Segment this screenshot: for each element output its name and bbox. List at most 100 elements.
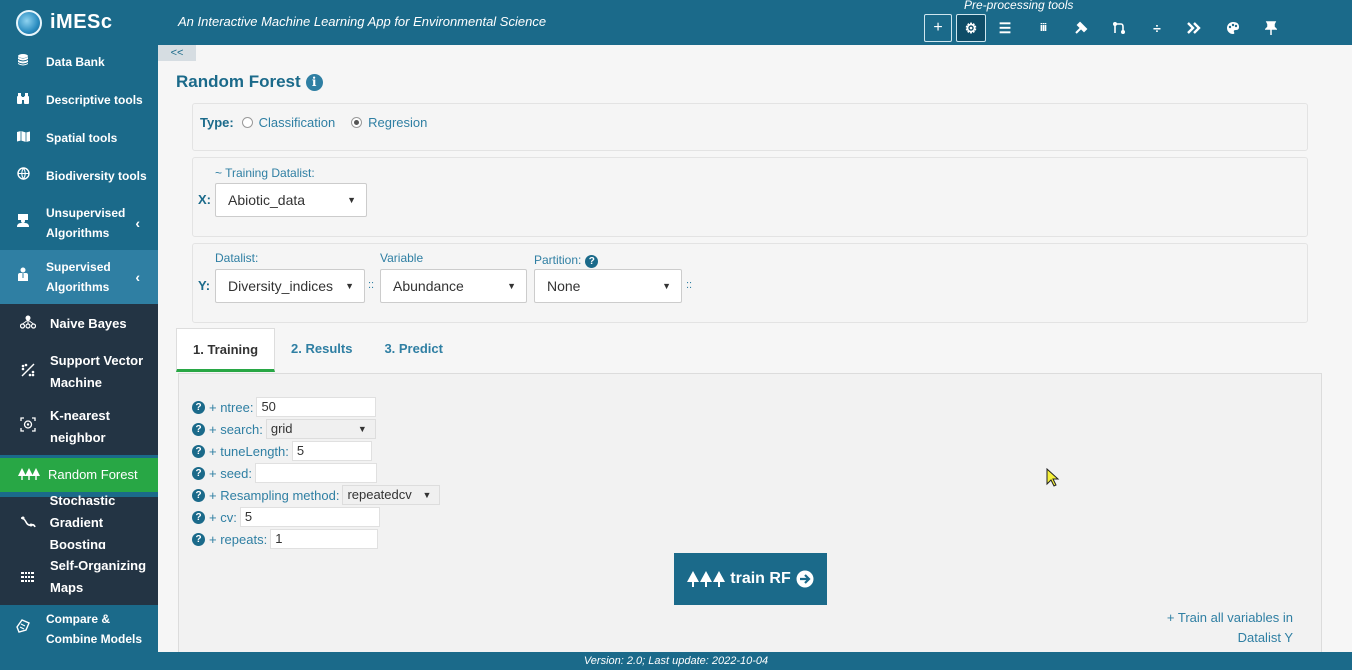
x-datalist-select[interactable]: Abiotic_data ▼ bbox=[215, 183, 367, 217]
resampling-select[interactable]: repeatedcv ▼ bbox=[342, 485, 441, 505]
sidebar-subitem-knn[interactable]: K-nearest neighbor bbox=[0, 399, 158, 455]
train-all-variables-link[interactable]: + Train all variables in Datalist Y bbox=[1133, 608, 1293, 648]
sidebar-subitem-random-forest[interactable]: Random Forest bbox=[0, 458, 158, 492]
help-icon[interactable]: ? bbox=[192, 488, 205, 502]
help-icon[interactable]: ? bbox=[192, 422, 205, 436]
param-search: ? + search: grid ▼ bbox=[192, 419, 376, 439]
sidebar-subitem-naive-bayes[interactable]: Naive Bayes bbox=[0, 304, 158, 344]
x-caption: ~ Training Datalist: bbox=[215, 166, 315, 180]
sidebar-subitem-sgb[interactable]: Stochastic Gradient Boosting bbox=[0, 493, 158, 552]
sidebar-item-label: Biodiversity tools bbox=[46, 169, 147, 183]
arrow-circle-right-icon bbox=[796, 570, 814, 588]
sidebar-subitem-label: K-nearest neighbor bbox=[50, 408, 110, 445]
x-axis-label: X: bbox=[198, 192, 211, 207]
help-icon[interactable]: ? bbox=[192, 400, 205, 414]
y-partition-label: Partition: bbox=[534, 253, 582, 267]
tab-results[interactable]: 2. Results bbox=[275, 328, 368, 372]
palette-icon[interactable] bbox=[1214, 14, 1252, 42]
sidebar-item-data-bank[interactable]: Data Bank bbox=[0, 52, 158, 72]
y-datalist-select[interactable]: Diversity_indices ▼ bbox=[215, 269, 365, 303]
app-title: iMESc bbox=[50, 11, 113, 33]
y-datalist-label: Datalist: bbox=[215, 251, 259, 265]
param-label: + tuneLength: bbox=[209, 443, 289, 459]
page-title: Random Forest i bbox=[176, 72, 323, 92]
param-seed: ? + seed: bbox=[192, 463, 378, 483]
y-panel: Datalist: Variable Partition: ? Y: Diver… bbox=[192, 243, 1308, 323]
sidebar-subitem-svm[interactable]: Support Vector Machine bbox=[0, 344, 158, 399]
param-cv: ? + cv: 5 bbox=[192, 507, 380, 527]
param-label: + search: bbox=[209, 421, 263, 437]
page-title-text: Random Forest bbox=[176, 72, 301, 91]
preprocessing-toolbar: + ⚙ ☰ iii ÷ bbox=[924, 14, 1290, 42]
sidebar-item-label: Data Bank bbox=[46, 55, 105, 69]
columns-icon[interactable]: iii bbox=[1024, 14, 1062, 42]
user-group-icon bbox=[12, 213, 34, 233]
sidebar-item-unsupervised[interactable]: Unsupervised Algorithms ‹ bbox=[0, 203, 158, 243]
help-icon[interactable]: ? bbox=[192, 532, 205, 546]
grid-icon bbox=[16, 566, 40, 588]
sidebar-item-biodiversity-tools[interactable]: Biodiversity tools bbox=[0, 166, 158, 186]
tab-training[interactable]: 1. Training bbox=[176, 328, 276, 372]
svm-icon bbox=[16, 361, 40, 383]
repeats-input[interactable]: 1 bbox=[270, 529, 379, 549]
separator: :: bbox=[686, 279, 693, 291]
seed-input[interactable] bbox=[255, 463, 378, 483]
list-icon[interactable]: ☰ bbox=[986, 14, 1024, 42]
pin-icon[interactable] bbox=[1252, 14, 1290, 42]
sidebar-subitem-label: Stochastic Gradient Boosting bbox=[49, 493, 116, 552]
sidebar-item-supervised[interactable]: Supervised Algorithms ‹ bbox=[0, 250, 158, 304]
x-panel: ~ Training Datalist: X: Abiotic_data ▼ bbox=[192, 157, 1308, 237]
cv-input[interactable]: 5 bbox=[239, 507, 380, 527]
type-label: Type: bbox=[200, 115, 234, 130]
gear-icon[interactable]: ⚙ bbox=[956, 14, 986, 42]
help-icon[interactable]: ? bbox=[192, 466, 205, 480]
collapse-sidebar-button[interactable]: << bbox=[158, 45, 196, 61]
plus-icon[interactable]: + bbox=[924, 14, 952, 42]
type-panel: Type: Classification Regresion bbox=[192, 103, 1308, 151]
network-icon bbox=[16, 313, 40, 335]
sidebar-item-spatial-tools[interactable]: Spatial tools bbox=[0, 128, 158, 148]
param-label: + seed: bbox=[209, 465, 253, 481]
param-label: + cv: bbox=[209, 509, 237, 525]
radio-regresion[interactable]: Regresion bbox=[351, 114, 427, 130]
arrow-merge-icon[interactable] bbox=[1176, 14, 1214, 42]
y-variable-select[interactable]: Abundance ▼ bbox=[380, 269, 527, 303]
y-partition-header: Partition: ? bbox=[534, 251, 599, 268]
y-variable-label: Variable bbox=[380, 251, 424, 265]
trees-icon bbox=[18, 464, 40, 486]
binoculars-icon bbox=[12, 90, 34, 110]
code-branch-icon[interactable] bbox=[1100, 14, 1138, 42]
ntree-input[interactable]: 50 bbox=[256, 397, 377, 417]
tab-bar: 1. Training 2. Results 3. Predict bbox=[176, 328, 459, 372]
tunelength-input[interactable]: 5 bbox=[291, 441, 372, 461]
help-icon[interactable]: ? bbox=[192, 444, 205, 458]
sidebar-item-descriptive-tools[interactable]: Descriptive tools bbox=[0, 90, 158, 110]
sidebar-subitem-label: Naive Bayes bbox=[50, 316, 127, 331]
sidebar-item-label: Descriptive tools bbox=[46, 93, 143, 107]
info-icon[interactable]: i bbox=[305, 73, 323, 91]
app-logo[interactable]: iMESc bbox=[0, 0, 158, 45]
search-select[interactable]: grid ▼ bbox=[265, 419, 376, 439]
separator: :: bbox=[368, 279, 375, 291]
main-content: << Random Forest i Type: Classification … bbox=[158, 45, 1352, 652]
y-partition-select[interactable]: None ▼ bbox=[534, 269, 682, 303]
select-value: Abiotic_data bbox=[228, 192, 306, 208]
divide-icon[interactable]: ÷ bbox=[1138, 14, 1176, 42]
radio-label: Regresion bbox=[368, 115, 428, 130]
radio-classification[interactable]: Classification bbox=[241, 114, 335, 130]
globe-icon bbox=[12, 166, 34, 186]
tab-predict[interactable]: 3. Predict bbox=[368, 328, 459, 372]
param-resampling: ? + Resampling method: repeatedcv ▼ bbox=[192, 485, 441, 505]
sidebar: Data Bank Descriptive tools Spatial tool… bbox=[0, 45, 158, 652]
sidebar-item-compare-combine[interactable]: Compare & Combine Models bbox=[0, 608, 158, 650]
hammer-icon[interactable] bbox=[1062, 14, 1100, 42]
select-value: grid bbox=[270, 421, 293, 436]
help-icon[interactable]: ? bbox=[585, 255, 599, 268]
sidebar-subitem-som[interactable]: Self-Organizing Maps bbox=[0, 549, 158, 605]
train-rf-button[interactable]: train RF bbox=[674, 553, 827, 605]
select-value: repeatedcv bbox=[347, 487, 412, 502]
param-repeats: ? + repeats: 1 bbox=[192, 529, 379, 549]
help-icon[interactable]: ? bbox=[192, 510, 205, 524]
sidebar-item-label: Unsupervised Algorithms bbox=[46, 206, 126, 240]
select-value: Diversity_indices bbox=[228, 278, 334, 294]
